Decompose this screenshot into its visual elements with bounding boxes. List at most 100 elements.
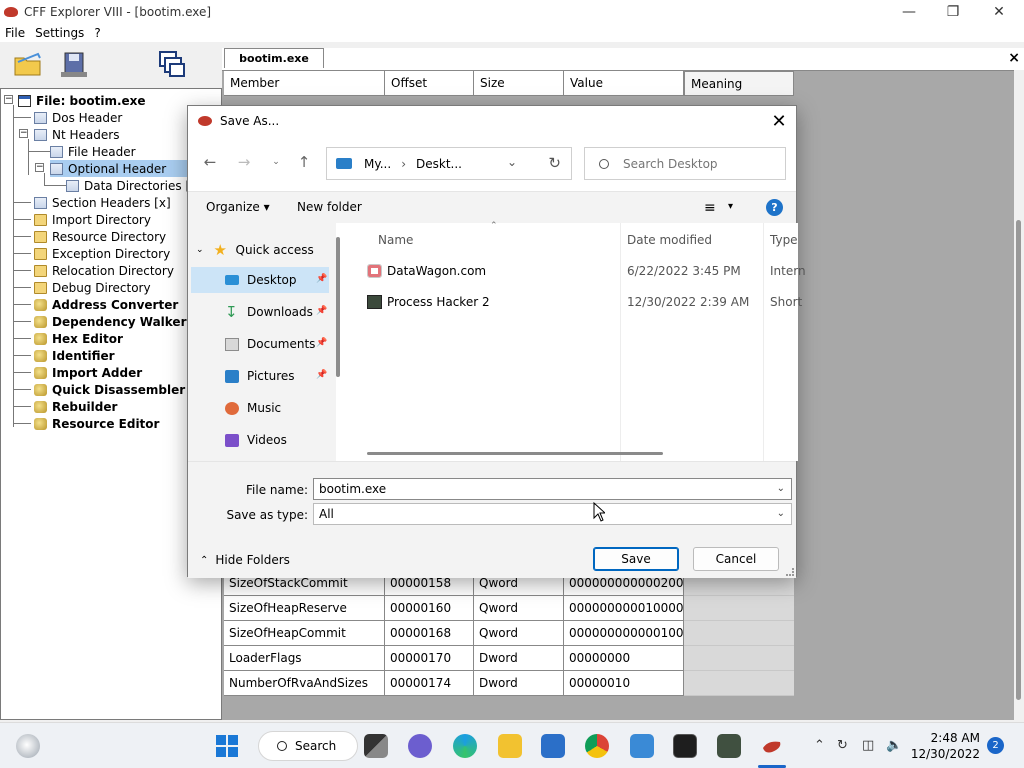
search-box[interactable] [584, 147, 786, 180]
menu-settings[interactable]: Settings [30, 26, 89, 40]
hide-folders-button[interactable]: ⌃ Hide Folders [200, 553, 290, 567]
grid-cell[interactable]: Dword [474, 671, 564, 696]
back-arrow-icon[interactable]: ← [200, 152, 220, 172]
column-value[interactable]: Value [564, 71, 684, 96]
grid-cell[interactable]: 0000000000100000 [564, 596, 691, 621]
grid-cell[interactable]: 00000168 [385, 621, 474, 646]
tree-item-file-header[interactable]: File Header [50, 143, 136, 160]
volume-icon[interactable]: 🔈 [886, 738, 902, 753]
notification-badge[interactable]: 2 [987, 737, 1004, 754]
taskbar-search[interactable]: Search [258, 731, 358, 761]
help-icon[interactable]: ? [766, 199, 783, 216]
tree-item-optional-header[interactable]: Optional Header [50, 160, 187, 177]
nav-downloads[interactable]: ↧ Downloads 📌 [191, 299, 329, 325]
edge-browser-icon[interactable] [453, 734, 477, 758]
widgets-icon[interactable] [16, 734, 40, 758]
tree-item-rebuilder[interactable]: Rebuilder [34, 398, 117, 415]
app-cube-icon[interactable] [630, 734, 654, 758]
grid-cell[interactable]: Qword [474, 596, 564, 621]
chevron-down-icon[interactable]: ⌄ [777, 508, 785, 519]
nav-videos[interactable]: Videos [191, 427, 329, 453]
nav-desktop[interactable]: Desktop 📌 [191, 267, 329, 293]
file-name-field[interactable]: bootim.exe ⌄ [313, 478, 792, 500]
microsoft-store-icon[interactable] [541, 734, 565, 758]
grid-cell[interactable]: Qword [474, 621, 564, 646]
organize-button[interactable]: Organize ▾ [206, 200, 270, 214]
task-view-icon[interactable] [364, 734, 388, 758]
file-list-horizontal-scrollbar[interactable] [367, 452, 663, 455]
teams-chat-icon[interactable] [408, 734, 432, 758]
grid-cell[interactable]: 00000170 [385, 646, 474, 671]
address-bar[interactable]: My... › Deskt... ⌄ ↻ [326, 147, 572, 180]
tree-item-data-directories[interactable]: Data Directories [x] [66, 177, 202, 194]
address-segment-desktop[interactable]: Deskt... [416, 157, 462, 171]
minimize-button[interactable]: — [886, 0, 932, 24]
grid-cell[interactable]: SizeOfHeapCommit [224, 621, 385, 646]
tree-root-file[interactable]: File: bootim.exe [18, 92, 146, 109]
process-hacker-icon[interactable] [717, 734, 741, 758]
chrome-browser-icon[interactable] [585, 734, 609, 758]
save-file-button[interactable] [58, 48, 90, 80]
tree-item-import-adder[interactable]: Import Adder [34, 364, 142, 381]
tree-item-hex-editor[interactable]: Hex Editor [34, 330, 123, 347]
nav-pictures[interactable]: Pictures 📌 [191, 363, 329, 389]
new-folder-button[interactable]: New folder [297, 200, 362, 214]
refresh-icon[interactable]: ↻ [548, 154, 561, 172]
terminal-icon[interactable] [673, 734, 697, 758]
tree-item-relocation-directory[interactable]: Relocation Directory [34, 262, 174, 279]
close-window-button[interactable]: ✕ [976, 0, 1022, 24]
tree-item-debug-directory[interactable]: Debug Directory [34, 279, 151, 296]
column-meaning[interactable]: Meaning [684, 71, 794, 96]
sync-icon[interactable]: ↻ [837, 738, 848, 753]
system-clock[interactable]: 2:48 AM 12/30/2022 [908, 730, 980, 762]
grid-cell[interactable]: 0000000000001000 [564, 621, 691, 646]
search-input[interactable] [623, 156, 773, 171]
dialog-close-button[interactable]: ✕ [768, 110, 790, 132]
grid-cell[interactable]: 00000000 [564, 646, 684, 671]
address-segment-this-pc[interactable]: My... [364, 157, 391, 171]
column-size[interactable]: Size [474, 71, 564, 96]
file-row-datawagon[interactable]: DataWagon.com 6/22/2022 3:45 PM Intern [345, 259, 806, 283]
view-list-icon[interactable]: ≡ [704, 200, 716, 216]
collapse-nt-headers-toggle[interactable]: − [19, 129, 28, 138]
column-offset[interactable]: Offset [385, 71, 474, 96]
chevron-down-icon[interactable]: ⌄ [777, 483, 785, 494]
column-member[interactable]: Member [224, 71, 385, 96]
column-date-modified[interactable]: Date modified [627, 233, 712, 247]
file-row-process-hacker[interactable]: Process Hacker 2 12/30/2022 2:39 AM Shor… [345, 290, 802, 314]
cancel-button[interactable]: Cancel [693, 547, 779, 571]
grid-cell[interactable]: 00000160 [385, 596, 474, 621]
file-tab[interactable]: bootim.exe [224, 48, 324, 68]
cff-explorer-taskbar-button[interactable] [760, 734, 784, 758]
grid-cell[interactable]: 00000010 [564, 671, 684, 696]
show-hidden-icons-chevron-icon[interactable]: ⌃ [814, 738, 825, 753]
collapse-optional-header-toggle[interactable]: − [35, 163, 44, 172]
windows-button[interactable] [156, 48, 188, 80]
up-arrow-icon[interactable]: ↑ [294, 152, 314, 172]
tree-item-quick-disassembler[interactable]: Quick Disassembler [34, 381, 185, 398]
close-tab-button[interactable]: × [1008, 50, 1020, 66]
grid-cell[interactable]: SizeOfHeapReserve [224, 596, 385, 621]
tree-item-resource-editor[interactable]: Resource Editor [34, 415, 159, 432]
save-as-type-select[interactable]: All ⌄ [313, 503, 792, 525]
tree-item-dos-header[interactable]: Dos Header [34, 109, 122, 126]
tree-item-nt-headers[interactable]: Nt Headers [34, 126, 119, 143]
column-name[interactable]: Name [378, 233, 413, 247]
tree-item-dependency-walker[interactable]: Dependency Walker [34, 313, 187, 330]
recent-locations-chevron-icon[interactable]: ⌄ [266, 152, 286, 172]
maximize-button[interactable]: ❐ [930, 0, 976, 24]
address-dropdown-chevron-icon[interactable]: ⌄ [507, 155, 517, 169]
menu-help[interactable]: ? [89, 26, 105, 40]
menu-file[interactable]: File [0, 26, 30, 40]
nav-music[interactable]: Music [191, 395, 329, 421]
grid-cell[interactable]: 00000174 [385, 671, 474, 696]
open-file-button[interactable] [12, 48, 44, 80]
collapse-root-toggle[interactable]: − [4, 95, 13, 104]
file-explorer-icon[interactable] [498, 734, 522, 758]
vertical-scrollbar[interactable] [1014, 70, 1024, 720]
tree-item-exception-directory[interactable]: Exception Directory [34, 245, 170, 262]
scrollbar-thumb[interactable] [1016, 220, 1021, 700]
tree-item-address-converter[interactable]: Address Converter [34, 296, 178, 313]
column-type[interactable]: Type [770, 233, 798, 247]
grid-cell[interactable]: Dword [474, 646, 564, 671]
